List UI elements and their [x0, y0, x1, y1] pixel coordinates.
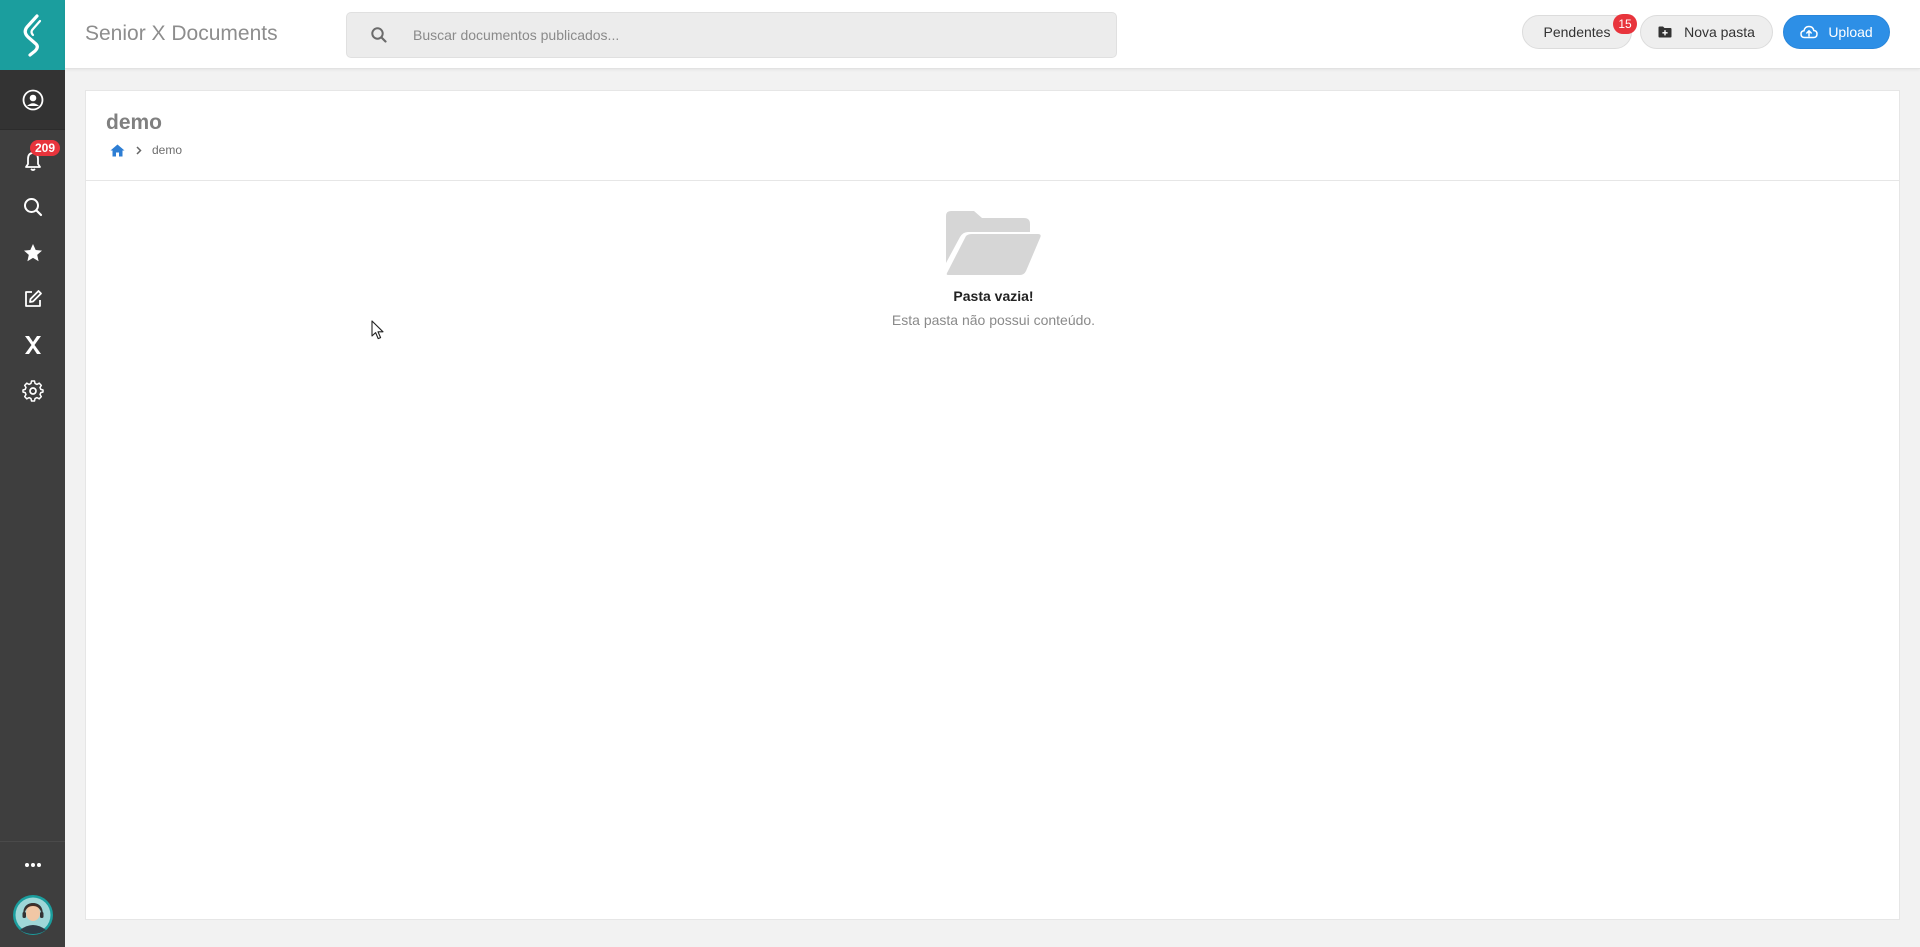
sidebar-item-senior-x[interactable]	[0, 322, 65, 368]
sidebar-item-profile[interactable]	[0, 70, 65, 130]
app-title: Senior X Documents	[85, 22, 278, 45]
notifications-badge: 209	[30, 140, 61, 156]
nova-pasta-button[interactable]: Nova pasta	[1640, 15, 1773, 49]
sidebar-item-notifications[interactable]: 209	[0, 138, 65, 184]
breadcrumb: demo	[110, 143, 182, 157]
nova-pasta-label: Nova pasta	[1684, 24, 1755, 40]
panel-header: demo demo	[86, 91, 1899, 181]
more-icon	[24, 862, 41, 867]
avatar	[12, 895, 53, 935]
search-icon	[23, 198, 42, 217]
top-header: Senior X Documents Pendentes 15 Nova pas…	[65, 0, 1920, 69]
sidebar-item-favorites[interactable]	[0, 230, 65, 276]
home-icon	[110, 144, 125, 156]
content-panel: demo demo Pasta vazia! Esta pasta não po…	[85, 90, 1900, 920]
edit-icon	[24, 290, 42, 307]
user-icon	[22, 89, 43, 110]
empty-state: Pasta vazia! Esta pasta não possui conte…	[86, 211, 1901, 328]
sidebar-item-settings[interactable]	[0, 368, 65, 414]
breadcrumb-item-demo[interactable]: demo	[152, 143, 182, 157]
sidebar-item-more[interactable]	[0, 841, 65, 887]
page-title: demo	[106, 111, 163, 134]
gear-icon	[21, 380, 44, 402]
breadcrumb-home[interactable]	[110, 144, 125, 157]
search-bar[interactable]	[346, 12, 1117, 58]
empty-message: Esta pasta não possui conteúdo.	[891, 312, 1096, 328]
upload-button[interactable]: Upload	[1783, 15, 1890, 49]
search-input[interactable]	[411, 13, 1101, 57]
sidebar-bottom	[0, 841, 65, 947]
folder-plus-icon	[1658, 26, 1672, 38]
pendentes-badge: 15	[1613, 14, 1637, 34]
x-logo-icon	[24, 336, 41, 354]
upload-label: Upload	[1828, 24, 1873, 40]
search-icon	[371, 27, 387, 43]
chevron-right-icon	[136, 145, 142, 155]
empty-title: Pasta vazia!	[953, 288, 1034, 304]
sidebar-item-search[interactable]	[0, 184, 65, 230]
senior-logo-icon	[23, 14, 41, 57]
folder-open-icon	[945, 211, 1041, 275]
cloud-upload-icon	[1800, 25, 1819, 39]
pendentes-label: Pendentes	[1543, 24, 1611, 40]
senior-logo[interactable]	[0, 0, 65, 70]
mouse-cursor-icon	[371, 320, 384, 340]
sidebar-item-avatar[interactable]	[0, 887, 65, 943]
sidebar: 209	[0, 0, 65, 947]
sidebar-item-edit[interactable]	[0, 276, 65, 322]
star-icon	[23, 244, 42, 262]
